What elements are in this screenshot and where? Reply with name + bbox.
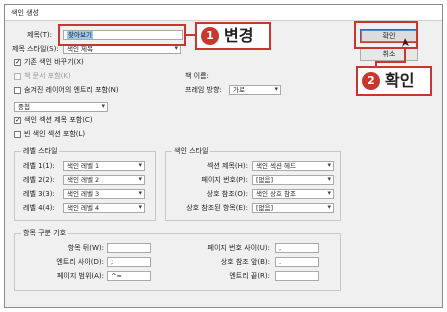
cross-referenced-topic-label: 상호 참조된 항목(E): — [186, 204, 248, 212]
between-page-numbers-value: , — [279, 244, 282, 252]
include-book-label: 책 문서 포함(K) — [24, 72, 71, 80]
section-heading-label: 섹션 제목(H): — [206, 162, 248, 170]
nested-select[interactable]: 중첩 — [14, 102, 108, 112]
include-section-headings-checkbox[interactable]: ✓ — [14, 117, 21, 124]
replace-existing-checkbox[interactable]: ✓ — [14, 59, 21, 66]
between-entries-label: 엔트리 사이(D): — [56, 258, 104, 266]
page-range-value: ^= — [111, 272, 122, 280]
callout-2-number: 2 — [362, 72, 380, 90]
entry-end-input[interactable] — [275, 271, 319, 281]
level-4-label: 레벨 4(4): — [23, 204, 55, 212]
cancel-button[interactable]: 취소 — [360, 47, 418, 61]
frame-direction-label: 프레임 방향: — [185, 86, 222, 94]
include-book-checkbox[interactable] — [14, 73, 21, 80]
callout-1-number: 1 — [201, 27, 219, 45]
separators-group: 항목 구분 기호 항목 뒤(W): 엔트리 사이(D): ; 페이지 범위(A)… — [14, 228, 341, 291]
separators-title: 항목 구분 기호 — [21, 228, 69, 238]
level-3-value: 색인 레벨 3 — [67, 190, 100, 198]
page-number-value: [없음] — [256, 176, 274, 184]
page-number-label: 페이지 번호(P): — [201, 176, 248, 184]
level-style-group: 레벨 스타일 레벨 1(1): 색인 레벨 1 레벨 2(2): 색인 레벨 2… — [14, 146, 156, 221]
entry-end-label: 엔트리 끝(R): — [229, 272, 270, 280]
level-2-label: 레벨 2(2): — [23, 176, 55, 184]
include-section-headings-label: 색인 섹션 제목 포함(C) — [24, 116, 93, 124]
nested-value: 중첩 — [18, 103, 30, 111]
level-4-select[interactable]: 색인 레벨 4 — [63, 203, 145, 213]
level-4-value: 색인 레벨 4 — [67, 204, 100, 212]
title-label: 제목(T): — [27, 31, 52, 39]
title-bar: 색인 생성 — [5, 5, 442, 21]
following-topic-label: 항목 뒤(W): — [67, 244, 104, 252]
frame-direction-value: 가로 — [233, 86, 245, 94]
frame-direction-select[interactable]: 가로 — [229, 85, 281, 95]
before-cross-reference-label: 상호 참조 앞(B): — [220, 258, 270, 266]
following-topic-input[interactable] — [107, 243, 151, 253]
level-2-select[interactable]: 색인 레벨 2 — [63, 175, 145, 185]
cross-reference-label: 상호 참조(O): — [206, 190, 248, 198]
before-cross-reference-input[interactable]: . — [275, 257, 319, 267]
section-heading-value: 색인 섹션 헤드 — [256, 162, 297, 170]
level-1-label: 레벨 1(1): — [23, 162, 55, 170]
between-page-numbers-input[interactable]: , — [275, 243, 319, 253]
include-empty-sections-checkbox[interactable] — [14, 131, 21, 138]
index-style-group: 색인 스타일 섹션 제목(H): 색인 섹션 헤드 페이지 번호(P): [없음… — [165, 146, 341, 221]
window-title: 색인 생성 — [11, 9, 39, 17]
page-number-select[interactable]: [없음] — [252, 175, 334, 185]
book-name-label: 책 이름: — [185, 72, 209, 80]
section-heading-select[interactable]: 색인 섹션 헤드 — [252, 161, 334, 171]
include-hidden-label: 숨겨진 레이어의 엔트리 포함(N) — [24, 86, 119, 94]
title-style-value: 색인 제목 — [67, 45, 93, 53]
level-1-value: 색인 레벨 1 — [67, 162, 100, 170]
cross-referenced-topic-value: [없음] — [256, 204, 274, 212]
title-style-label: 제목 스타일(S): — [12, 45, 59, 53]
level-3-select[interactable]: 색인 레벨 3 — [63, 189, 145, 199]
between-entries-value: ; — [111, 258, 114, 266]
include-empty-sections-label: 빈 색인 섹션 포함(L) — [24, 130, 86, 138]
title-highlight-box — [58, 24, 186, 46]
level-1-select[interactable]: 색인 레벨 1 — [63, 161, 145, 171]
cancel-button-label: 취소 — [382, 50, 396, 58]
include-hidden-checkbox[interactable] — [14, 87, 21, 94]
level-3-label: 레벨 3(3): — [23, 190, 55, 198]
replace-existing-label: 기존 색인 바꾸기(X) — [24, 58, 84, 66]
cross-reference-value: 색인 상호 참조 — [256, 190, 297, 198]
between-page-numbers-label: 페이지 번호 사이(U): — [207, 244, 270, 252]
callout-2-text: 확인 — [385, 71, 415, 90]
page-range-input[interactable]: ^= — [107, 271, 151, 281]
before-cross-reference-value: . — [279, 258, 282, 266]
level-2-value: 색인 레벨 2 — [67, 176, 100, 184]
callout-1-text: 변경 — [224, 26, 254, 45]
level-style-title: 레벨 스타일 — [21, 146, 60, 156]
cross-reference-select[interactable]: 색인 상호 참조 — [252, 189, 334, 199]
index-style-title: 색인 스타일 — [172, 146, 211, 156]
between-entries-input[interactable]: ; — [107, 257, 151, 267]
cross-referenced-topic-select[interactable]: [없음] — [252, 203, 334, 213]
ok-highlight-box — [354, 21, 418, 49]
page-range-label: 페이지 범위(A): — [56, 272, 104, 280]
